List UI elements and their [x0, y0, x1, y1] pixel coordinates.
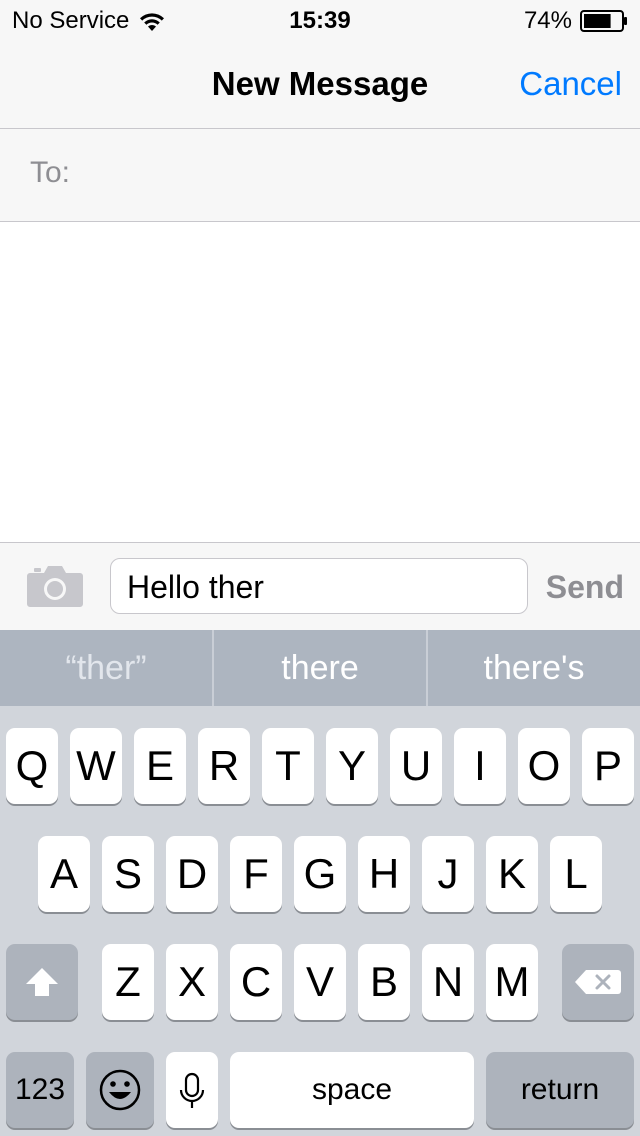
key-r[interactable]: R: [198, 728, 250, 804]
navigation-bar: New Message Cancel: [0, 40, 640, 129]
key-j[interactable]: J: [422, 836, 474, 912]
key-h[interactable]: H: [358, 836, 410, 912]
key-c[interactable]: C: [230, 944, 282, 1020]
key-q[interactable]: Q: [6, 728, 58, 804]
send-button[interactable]: Send: [546, 543, 624, 631]
key-f[interactable]: F: [230, 836, 282, 912]
battery-percent: 74%: [523, 7, 572, 34]
suggestion-there[interactable]: there: [212, 630, 426, 706]
key-y[interactable]: Y: [326, 728, 378, 804]
key-p[interactable]: P: [582, 728, 634, 804]
key-l[interactable]: L: [550, 836, 602, 912]
suggestion-bar: “ther” there there's: [0, 630, 640, 706]
key-n[interactable]: N: [422, 944, 474, 1020]
space-key[interactable]: space: [230, 1052, 474, 1128]
key-b[interactable]: B: [358, 944, 410, 1020]
status-bar: No Service 15:39 74%: [0, 0, 640, 40]
key-x[interactable]: X: [166, 944, 218, 1020]
key-u[interactable]: U: [390, 728, 442, 804]
keyboard: Q W E R T Y U I O P A S D F G H J K L Z …: [0, 706, 640, 1136]
message-input[interactable]: Hello ther: [110, 558, 528, 614]
key-a[interactable]: A: [38, 836, 90, 912]
compose-bar: Hello ther Send: [0, 542, 640, 631]
battery-icon: [580, 10, 628, 32]
recipient-row: To:: [0, 129, 640, 222]
key-d[interactable]: D: [166, 836, 218, 912]
key-s[interactable]: S: [102, 836, 154, 912]
emoji-icon[interactable]: [86, 1052, 154, 1128]
numbers-key[interactable]: 123: [6, 1052, 74, 1128]
cancel-button[interactable]: Cancel: [519, 40, 622, 128]
key-i[interactable]: I: [454, 728, 506, 804]
key-t[interactable]: T: [262, 728, 314, 804]
suggestion-theres[interactable]: there's: [426, 630, 640, 706]
microphone-icon[interactable]: [166, 1052, 218, 1128]
key-o[interactable]: O: [518, 728, 570, 804]
recipient-input[interactable]: [90, 143, 624, 205]
delete-icon[interactable]: [562, 944, 634, 1020]
key-w[interactable]: W: [70, 728, 122, 804]
key-v[interactable]: V: [294, 944, 346, 1020]
key-g[interactable]: G: [294, 836, 346, 912]
camera-icon[interactable]: [26, 561, 84, 609]
return-key[interactable]: return: [486, 1052, 634, 1128]
key-m[interactable]: M: [486, 944, 538, 1020]
key-z[interactable]: Z: [102, 944, 154, 1020]
to-label: To:: [30, 156, 71, 189]
message-thread-area: [0, 222, 640, 542]
key-k[interactable]: K: [486, 836, 538, 912]
suggestion-typed[interactable]: “ther”: [0, 630, 212, 706]
key-e[interactable]: E: [134, 728, 186, 804]
shift-icon[interactable]: [6, 944, 78, 1020]
battery-status: 74%: [524, 6, 628, 36]
